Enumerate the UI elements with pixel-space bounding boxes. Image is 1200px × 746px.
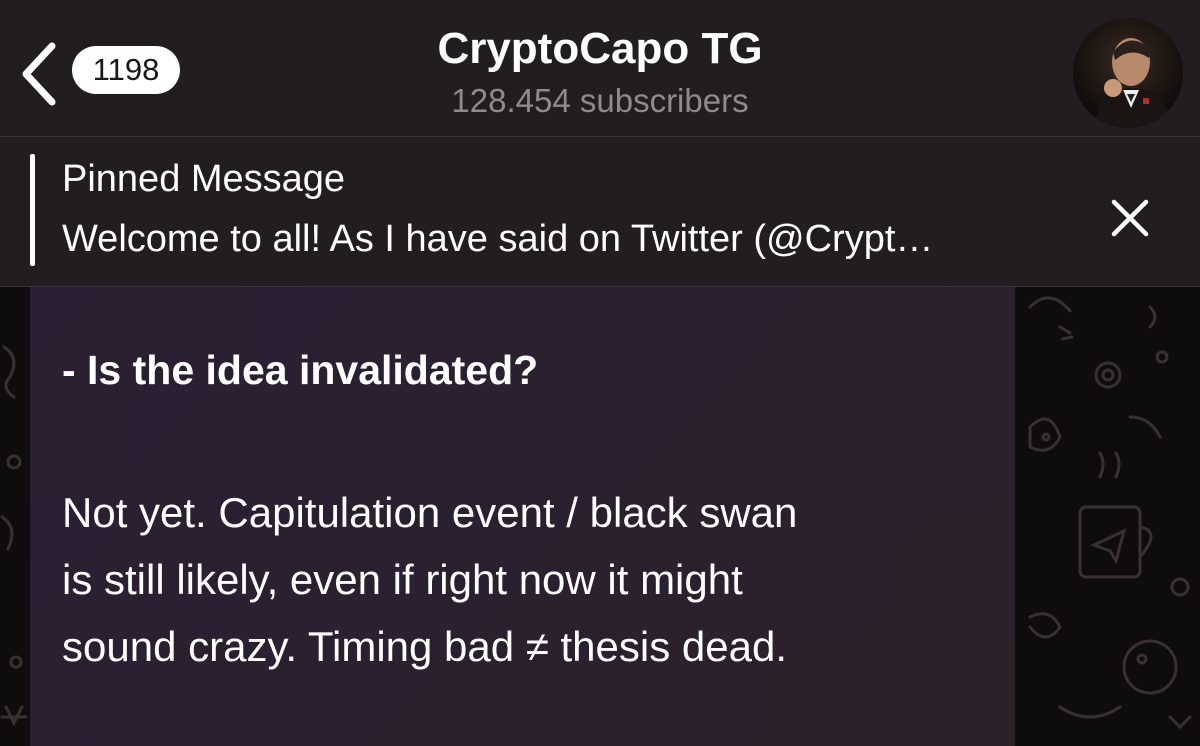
- message-line: is still likely, even if right now it mi…: [62, 556, 743, 603]
- message-line: Not yet. Capitulation event / black swan: [62, 489, 798, 536]
- avatar-image: [1073, 18, 1183, 128]
- close-icon[interactable]: [1108, 196, 1152, 240]
- unread-count-badge: 1198: [72, 46, 180, 94]
- message-line: sound crazy. Timing bad ≠ thesis dead.: [62, 623, 787, 670]
- back-button[interactable]: 1198: [18, 40, 198, 110]
- chat-header: 1198 CryptoCapo TG 128.454 subscribers: [0, 0, 1200, 137]
- message-body: Not yet. Capitulation event / black swan…: [62, 479, 992, 680]
- pinned-accent-line: [30, 154, 35, 266]
- chevron-left-icon: [22, 42, 56, 106]
- chat-area[interactable]: - Is the idea invalidated? Not yet. Capi…: [0, 287, 1200, 746]
- pinned-message-bar[interactable]: Pinned Message Welcome to all! As I have…: [0, 137, 1200, 287]
- message-heading: - Is the idea invalidated?: [62, 347, 539, 393]
- message-bubble[interactable]: - Is the idea invalidated? Not yet. Capi…: [30, 287, 1015, 746]
- channel-info[interactable]: CryptoCapo TG 128.454 subscribers: [300, 22, 900, 122]
- subscriber-count: 128.454 subscribers: [451, 82, 749, 119]
- pinned-title: Pinned Message: [62, 158, 346, 200]
- avatar[interactable]: [1073, 18, 1183, 128]
- pinned-preview: Welcome to all! As I have said on Twitte…: [62, 218, 934, 260]
- channel-title: CryptoCapo TG: [437, 24, 763, 73]
